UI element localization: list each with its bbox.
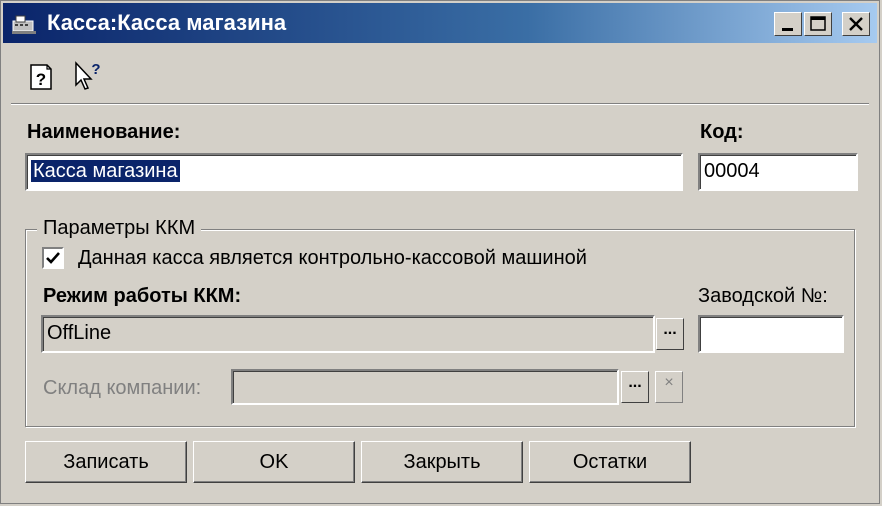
checkmark-icon bbox=[46, 252, 60, 264]
ok-button[interactable]: OK bbox=[193, 441, 355, 483]
svg-text:?: ? bbox=[91, 61, 100, 78]
warehouse-clear-button[interactable]: × bbox=[655, 371, 683, 403]
warehouse-select-button[interactable]: ... bbox=[621, 371, 649, 403]
serial-label: Заводской №: bbox=[698, 285, 828, 307]
minimize-button[interactable] bbox=[774, 12, 802, 36]
warehouse-select[interactable] bbox=[231, 369, 619, 405]
serial-input[interactable] bbox=[698, 315, 844, 353]
whats-this-button[interactable]: ? bbox=[71, 59, 101, 93]
toolbar-separator bbox=[11, 103, 869, 105]
is-kkm-checkbox[interactable] bbox=[42, 247, 64, 269]
balances-button[interactable]: Остатки bbox=[529, 441, 691, 483]
mode-select-button[interactable]: ... bbox=[656, 318, 684, 350]
warehouse-label: Склад компании: bbox=[43, 377, 202, 399]
svg-text:?: ? bbox=[36, 70, 46, 89]
code-label: Код: bbox=[700, 121, 744, 143]
group-title: Параметры ККМ bbox=[37, 217, 202, 240]
minimize-icon bbox=[782, 28, 793, 31]
dialog-window: Касса:Касса магазина ? ? Наименование: К… bbox=[0, 0, 880, 504]
window-title: Касса:Касса магазина bbox=[47, 10, 287, 35]
save-button[interactable]: Записать bbox=[25, 441, 187, 483]
mode-select[interactable]: OffLine bbox=[41, 315, 655, 353]
maximize-button[interactable] bbox=[804, 12, 832, 36]
close-button[interactable]: Закрыть bbox=[361, 441, 523, 483]
maximize-icon bbox=[810, 16, 826, 31]
close-window-button[interactable] bbox=[842, 12, 870, 36]
is-kkm-label: Данная касса является контрольно-кассово… bbox=[78, 247, 587, 269]
whats-this-pointer-icon: ? bbox=[75, 61, 101, 90]
help-button[interactable]: ? bbox=[27, 59, 57, 93]
mode-label: Режим работы ККМ: bbox=[43, 285, 242, 307]
close-icon bbox=[849, 17, 863, 31]
name-label: Наименование: bbox=[27, 121, 181, 143]
code-input[interactable]: 00004 bbox=[698, 153, 858, 191]
help-document-icon: ? bbox=[30, 64, 52, 90]
title-bar[interactable]: Касса:Касса магазина bbox=[3, 3, 877, 43]
name-value: Касса магазина bbox=[31, 160, 180, 182]
code-value: 00004 bbox=[704, 160, 760, 182]
name-input[interactable]: Касса магазина bbox=[25, 153, 683, 191]
cash-register-icon bbox=[11, 13, 37, 35]
mode-value: OffLine bbox=[47, 322, 112, 344]
